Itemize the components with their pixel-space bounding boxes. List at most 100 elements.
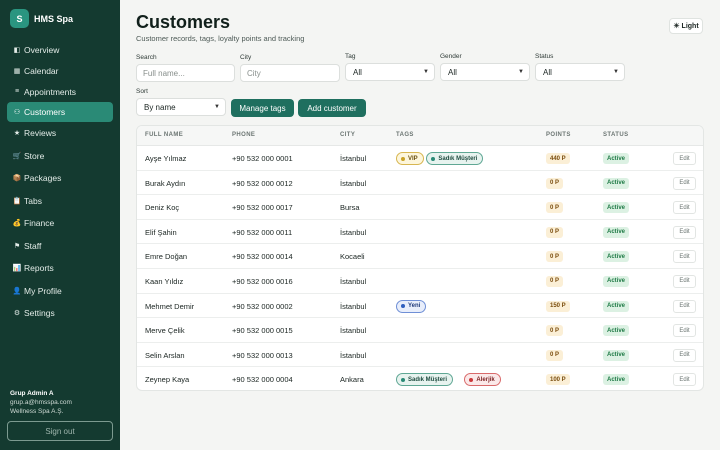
edit-button[interactable]: Edit bbox=[673, 152, 696, 165]
search-label: Search bbox=[136, 54, 157, 61]
table-body: Ayşe Yılmaz +90 532 000 0001 İstanbul VIP Sa… bbox=[137, 146, 703, 390]
customer-name: Emre Doğan bbox=[145, 252, 188, 262]
table-row[interactable]: Ayşe Yılmaz +90 532 000 0001 İstanbul VIP Sa… bbox=[137, 146, 703, 171]
tag-select-value: All bbox=[353, 67, 362, 77]
status-label: Status bbox=[535, 53, 554, 60]
tag-dot-icon bbox=[401, 377, 405, 382]
edit-button[interactable]: Edit bbox=[673, 176, 696, 190]
manage-tags-button[interactable]: Manage tags bbox=[231, 99, 294, 117]
sort-select-value: By name bbox=[144, 102, 176, 112]
tag-badge: VIP bbox=[396, 152, 424, 165]
table-row[interactable]: Deniz Koç +90 532 000 0017 Bursa 0 P Active E… bbox=[137, 195, 703, 220]
table-row[interactable]: Zeynep Kaya +90 532 000 0004 Ankara Sadık M… bbox=[137, 367, 703, 390]
gender-select[interactable]: All ▼ bbox=[440, 63, 530, 81]
edit-button[interactable]: Edit bbox=[673, 348, 696, 362]
reports-icon: 📊 bbox=[12, 265, 22, 273]
column-header-city[interactable]: CITY bbox=[340, 132, 355, 138]
column-header-status[interactable]: STATUS bbox=[603, 132, 629, 138]
theme-toggle-button[interactable]: ☀ Light bbox=[669, 18, 703, 34]
sidebar-item-label: Calendar bbox=[24, 65, 59, 76]
sidebar-item-label: Customers bbox=[24, 107, 66, 118]
status-badge: Active bbox=[603, 153, 630, 164]
customer-name: Mehmet Demir bbox=[145, 301, 195, 311]
gender-select-value: All bbox=[448, 67, 457, 77]
customer-name: Elif Şahin bbox=[145, 227, 177, 237]
sidebar-item-packages[interactable]: 📦 Packages bbox=[7, 168, 113, 188]
edit-button[interactable]: Edit bbox=[673, 225, 696, 239]
customer-name: Selin Arslan bbox=[145, 350, 185, 360]
customer-name: Deniz Koç bbox=[145, 203, 180, 213]
status-badge: Active bbox=[603, 226, 630, 238]
status-badge: Active bbox=[603, 300, 630, 312]
column-header-points[interactable]: POINTS bbox=[546, 132, 571, 138]
column-header-tags[interactable]: TAGS bbox=[396, 132, 414, 138]
points-badge: 150 P bbox=[546, 300, 570, 312]
column-header-phone[interactable]: PHONE bbox=[232, 132, 255, 138]
brand-name: HMS Spa bbox=[34, 13, 74, 24]
customer-phone: +90 532 000 0014 bbox=[232, 252, 293, 262]
status-badge: Active bbox=[603, 349, 630, 361]
customer-name: Merve Çelik bbox=[145, 326, 185, 336]
customer-phone: +90 532 000 0002 bbox=[232, 301, 293, 311]
table-row[interactable]: Kaan Yıldız +90 532 000 0016 İstanbul 0 P Ac… bbox=[137, 269, 703, 294]
table-row[interactable]: Merve Çelik +90 532 000 0015 İstanbul 0 P Ac… bbox=[137, 318, 703, 343]
customer-phone: +90 532 000 0017 bbox=[232, 203, 293, 213]
add-customer-button[interactable]: Add customer bbox=[298, 99, 366, 117]
customer-phone: +90 532 000 0011 bbox=[232, 227, 293, 237]
city-input[interactable] bbox=[240, 64, 340, 82]
user-name: Grup Admin A bbox=[10, 390, 54, 397]
customer-phone: +90 532 000 0012 bbox=[232, 178, 293, 188]
table-row[interactable]: Emre Doğan +90 532 000 0014 Kocaeli 0 P Acti… bbox=[137, 244, 703, 269]
sidebar-item-settings[interactable]: ⚙ Settings bbox=[7, 303, 113, 323]
sidebar-item-customers[interactable]: ⚇ Customers bbox=[7, 102, 113, 123]
sidebar-item-finance[interactable]: 💰 Finance bbox=[7, 213, 113, 233]
sidebar-item-calendar[interactable]: ▦ Calendar bbox=[7, 61, 113, 81]
brand[interactable]: S HMS Spa bbox=[10, 9, 73, 28]
table-row[interactable]: Burak Aydın +90 532 000 0012 İstanbul 0 P Ac… bbox=[137, 171, 703, 196]
sidebar-item-tabs[interactable]: 📋 Tabs bbox=[7, 191, 113, 211]
sidebar-item-store[interactable]: 🛒 Store bbox=[7, 146, 113, 166]
edit-button[interactable]: Edit bbox=[673, 373, 696, 387]
sidebar-item-my-profile[interactable]: 👤 My Profile bbox=[7, 281, 113, 301]
customer-city: Bursa bbox=[340, 203, 360, 213]
points-badge: 0 P bbox=[546, 226, 564, 238]
sidebar-item-appointments[interactable]: ≡ Appointments bbox=[7, 82, 113, 102]
edit-button[interactable]: Edit bbox=[673, 299, 696, 313]
sidebar: S HMS Spa ◧ Overview ▦ Calendar ≡ Appointment… bbox=[0, 0, 120, 450]
sign-out-button[interactable]: Sign out bbox=[7, 421, 113, 441]
status-select[interactable]: All ▼ bbox=[535, 63, 625, 81]
customer-city: İstanbul bbox=[340, 326, 367, 336]
overview-icon: ◧ bbox=[13, 47, 21, 54]
sidebar-item-label: Tabs bbox=[24, 195, 42, 206]
edit-button[interactable]: Edit bbox=[673, 274, 696, 288]
edit-button[interactable]: Edit bbox=[673, 250, 696, 264]
sidebar-item-staff[interactable]: ⚑ Staff bbox=[7, 236, 113, 256]
table-row[interactable]: Elif Şahin +90 532 000 0011 İstanbul 0 P Act… bbox=[137, 220, 703, 245]
sidebar-item-reviews[interactable]: ★ Reviews bbox=[7, 123, 113, 143]
table-row[interactable]: Mehmet Demir +90 532 000 0002 İstanbul Yeni… bbox=[137, 294, 703, 319]
tag-select[interactable]: All ▼ bbox=[345, 63, 435, 81]
tag-label: VIP bbox=[408, 155, 418, 162]
store-icon: 🛒 bbox=[12, 152, 22, 160]
brand-logo: S bbox=[10, 9, 29, 28]
column-header-full-name[interactable]: FULL NAME bbox=[145, 132, 183, 138]
tag-label: Sadık Müşteri bbox=[408, 376, 448, 383]
edit-button[interactable]: Edit bbox=[673, 324, 696, 338]
customer-phone: +90 532 000 0001 bbox=[232, 154, 293, 163]
customer-city: İstanbul bbox=[340, 276, 367, 286]
points-badge: 0 P bbox=[546, 349, 564, 361]
status-badge: Active bbox=[603, 251, 630, 263]
tag-label: Tag bbox=[345, 53, 356, 60]
sort-select[interactable]: By name ▼ bbox=[136, 98, 226, 116]
customer-city: İstanbul bbox=[340, 178, 367, 188]
my-profile-icon: 👤 bbox=[12, 287, 22, 295]
sidebar-item-overview[interactable]: ◧ Overview bbox=[7, 40, 113, 60]
search-input[interactable] bbox=[136, 64, 235, 82]
points-badge: 0 P bbox=[546, 325, 564, 337]
table-row[interactable]: Selin Arslan +90 532 000 0013 İstanbul 0 P A… bbox=[137, 343, 703, 368]
edit-button[interactable]: Edit bbox=[673, 201, 696, 215]
sidebar-nav: ◧ Overview ▦ Calendar ≡ Appointments ⚇ Customer… bbox=[7, 40, 113, 326]
sidebar-item-reports[interactable]: 📊 Reports bbox=[7, 258, 113, 278]
packages-icon: 📦 bbox=[12, 175, 22, 183]
appointments-icon: ≡ bbox=[14, 88, 20, 96]
